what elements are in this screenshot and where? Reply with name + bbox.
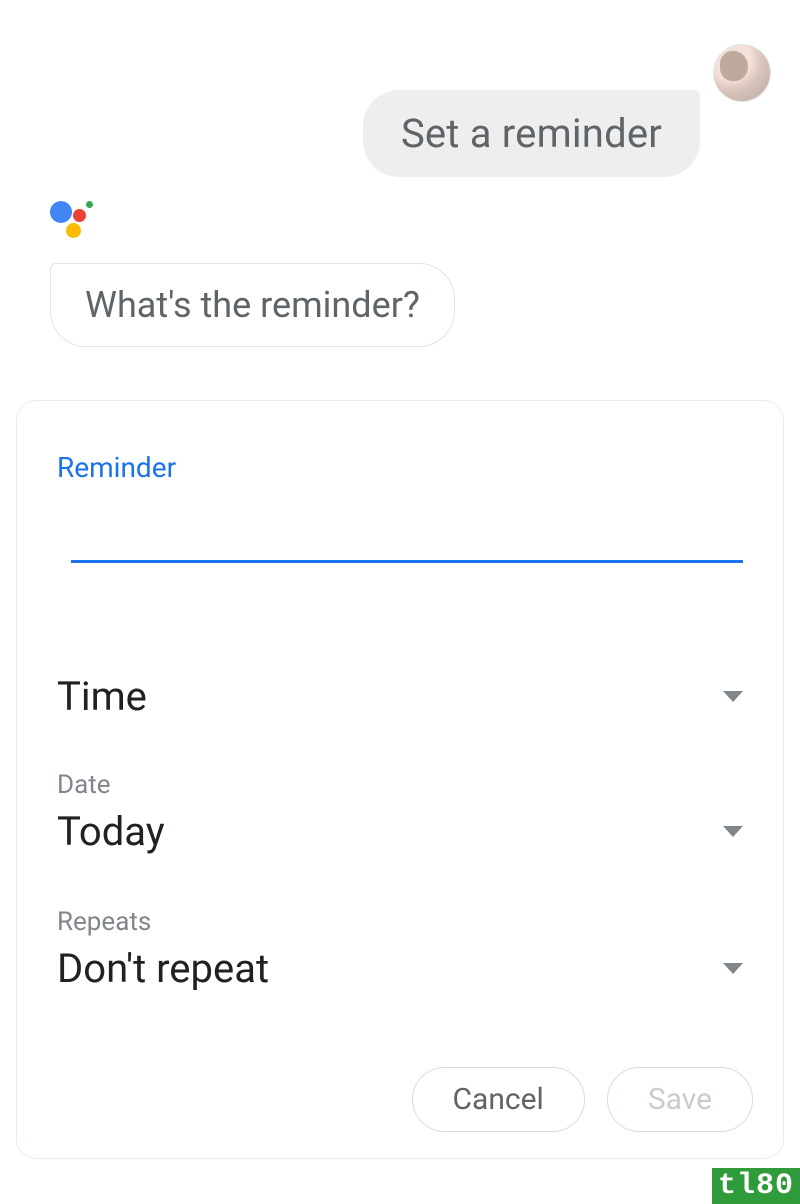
save-button[interactable]: Save: [607, 1067, 753, 1132]
user-message-text: Set a reminder: [401, 110, 662, 157]
card-footer: Cancel Save: [412, 1067, 754, 1132]
chevron-down-icon: [723, 963, 743, 974]
save-button-label: Save: [648, 1082, 712, 1117]
assistant-logo-row: [0, 199, 800, 239]
repeats-group: Repeats Don't repeat: [57, 907, 743, 992]
google-assistant-icon: [50, 199, 96, 239]
repeats-selector[interactable]: Don't repeat: [57, 945, 743, 992]
assistant-message-text: What's the reminder?: [85, 284, 420, 326]
chevron-down-icon: [723, 826, 743, 837]
assistant-message-bubble: What's the reminder?: [50, 263, 455, 347]
time-group: Time: [57, 673, 743, 720]
reminder-input[interactable]: [71, 490, 743, 563]
time-value: Time: [57, 673, 147, 720]
repeats-label: Repeats: [57, 907, 743, 937]
date-selector[interactable]: Today: [57, 808, 743, 855]
watermark-badge: tl80: [708, 1168, 800, 1204]
chevron-down-icon: [723, 691, 743, 702]
cancel-button[interactable]: Cancel: [412, 1067, 585, 1132]
reminder-card: Reminder Time Date Today Repeats Don't r…: [16, 400, 784, 1159]
date-group: Date Today: [57, 770, 743, 855]
user-message-row: Set a reminder: [0, 0, 800, 177]
repeats-value: Don't repeat: [57, 945, 269, 992]
cancel-button-label: Cancel: [453, 1082, 544, 1117]
user-message-bubble: Set a reminder: [363, 90, 700, 177]
reminder-input-label: Reminder: [57, 451, 743, 484]
date-label: Date: [57, 770, 743, 800]
date-value: Today: [57, 808, 165, 855]
user-avatar-icon[interactable]: [714, 45, 770, 101]
reminder-input-group: Reminder: [57, 451, 743, 563]
time-selector[interactable]: Time: [57, 673, 743, 720]
